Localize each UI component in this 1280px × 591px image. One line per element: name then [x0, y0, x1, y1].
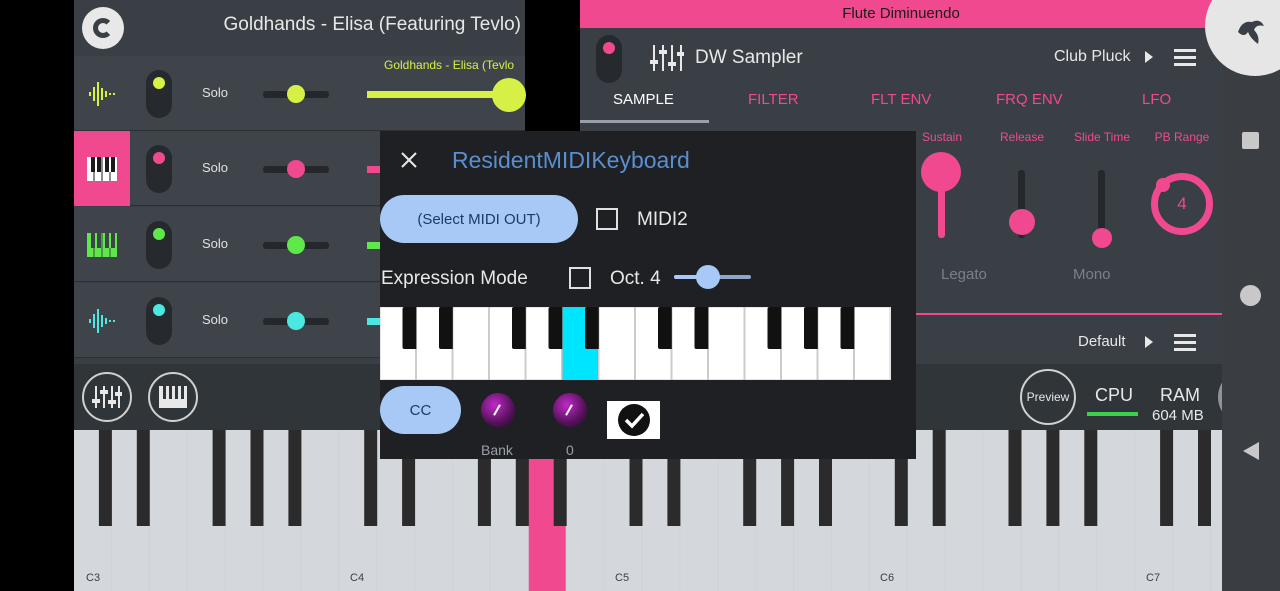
- white-key: [945, 430, 983, 591]
- midi2-checkbox[interactable]: [596, 208, 618, 230]
- cpu-meter: [1087, 412, 1138, 416]
- track-mute-toggle[interactable]: [146, 297, 172, 345]
- expression-mode-checkbox[interactable]: [569, 267, 591, 289]
- release-label: Release: [999, 130, 1045, 144]
- ram-label: RAM: [1160, 385, 1200, 405]
- recents-icon[interactable]: [1242, 132, 1259, 149]
- track-mute-toggle[interactable]: [146, 145, 172, 193]
- default-preset-selector[interactable]: Default: [1078, 333, 1126, 350]
- sustain-knob[interactable]: [921, 152, 961, 192]
- menu-icon[interactable]: [1174, 333, 1196, 358]
- cpu-label: CPU: [1095, 385, 1134, 405]
- waveform-icon[interactable]: [74, 283, 130, 358]
- octave-label: Oct. 4: [610, 268, 661, 289]
- white-key: [708, 306, 745, 381]
- volume-knob[interactable]: [492, 78, 526, 112]
- tab-frq-env[interactable]: FRQ ENV: [996, 91, 1063, 108]
- white-key: [854, 306, 891, 381]
- cc-button[interactable]: CC: [380, 386, 461, 434]
- solo-label[interactable]: Solo: [202, 236, 228, 251]
- track-mute-toggle[interactable]: [146, 70, 172, 118]
- pan-knob[interactable]: [287, 312, 305, 330]
- preset-next-icon[interactable]: [1145, 51, 1153, 63]
- release-knob[interactable]: [1009, 209, 1035, 235]
- tab-underline: [580, 120, 709, 123]
- octave-slider-knob[interactable]: [696, 265, 720, 289]
- white-key: [149, 430, 187, 591]
- octave-label-c7: C7: [1146, 572, 1161, 584]
- white-key: [598, 306, 635, 381]
- piano-icon[interactable]: [74, 207, 130, 282]
- waveform-icon[interactable]: [74, 56, 130, 131]
- pan-knob[interactable]: [287, 236, 305, 254]
- select-midi-out-button[interactable]: (Select MIDI OUT): [380, 195, 578, 243]
- menu-icon[interactable]: [1174, 48, 1196, 73]
- dialog-piano-keyboard[interactable]: [379, 306, 891, 381]
- preset-selector[interactable]: Club Pluck: [1054, 48, 1130, 66]
- tab-flt-env[interactable]: FLT ENV: [871, 91, 931, 108]
- white-key: [452, 306, 489, 381]
- clip-label: Goldhands - Elisa (Tevlo: [384, 58, 515, 72]
- value-label: 0: [566, 442, 574, 458]
- expression-mode-label: Expression Mode: [381, 268, 528, 289]
- home-icon[interactable]: [1240, 285, 1261, 306]
- piano-button[interactable]: [148, 372, 198, 422]
- slide-time-label: Slide Time: [1073, 130, 1131, 144]
- fruit-logo-icon: [1230, 12, 1270, 57]
- solo-label[interactable]: Solo: [202, 312, 228, 327]
- song-title: Goldhands - Elisa (Featuring Tevlo): [223, 14, 521, 35]
- white-key: [1211, 430, 1248, 591]
- octave-label-c5: C5: [615, 572, 630, 584]
- piano-icon[interactable]: [74, 131, 130, 206]
- legato-label[interactable]: Legato: [941, 266, 987, 283]
- pb-range-indicator: [1156, 178, 1170, 192]
- solo-label[interactable]: Solo: [202, 85, 228, 100]
- pan-knob[interactable]: [287, 85, 305, 103]
- tab-lfo[interactable]: LFO: [1142, 91, 1171, 108]
- octave-label-c6: C6: [880, 572, 895, 584]
- track-mute-toggle[interactable]: [146, 221, 172, 269]
- check-icon: [617, 404, 650, 436]
- default-next-icon[interactable]: [1145, 336, 1153, 348]
- sampler-power-toggle[interactable]: [596, 35, 622, 83]
- ram-value: 604 MB: [1152, 407, 1204, 424]
- solo-label[interactable]: Solo: [202, 160, 228, 175]
- white-key: [301, 430, 339, 591]
- bank-label: Bank: [481, 442, 513, 458]
- close-icon[interactable]: [400, 151, 418, 174]
- dialog-title: ResidentMIDIKeyboard: [452, 147, 690, 173]
- back-icon[interactable]: [1243, 442, 1259, 460]
- mixer-sliders-icon[interactable]: [650, 43, 685, 78]
- sampler-header-title: Flute Diminuendo: [580, 0, 1222, 28]
- midi2-label: MIDI2: [637, 209, 688, 230]
- volume-bar[interactable]: [367, 91, 507, 98]
- pb-range-label: PB Range: [1154, 130, 1210, 144]
- mono-label[interactable]: Mono: [1073, 266, 1111, 283]
- tab-filter[interactable]: FILTER: [748, 91, 799, 108]
- tab-sample[interactable]: SAMPLE: [613, 91, 674, 108]
- sampler-name: DW Sampler: [695, 47, 803, 68]
- track-row: Solo Goldhands - Elisa (Tevlo: [74, 56, 526, 131]
- octave-label-c3: C3: [86, 572, 101, 584]
- app-logo-icon[interactable]: [82, 7, 124, 49]
- white-key: [1097, 430, 1135, 591]
- pan-knob[interactable]: [287, 160, 305, 178]
- preview-button[interactable]: Preview: [1020, 369, 1076, 425]
- confirm-checkbox[interactable]: [607, 401, 660, 439]
- octave-label-c4: C4: [350, 572, 365, 584]
- mixer-button[interactable]: [82, 372, 132, 422]
- slide-time-knob[interactable]: [1092, 228, 1112, 248]
